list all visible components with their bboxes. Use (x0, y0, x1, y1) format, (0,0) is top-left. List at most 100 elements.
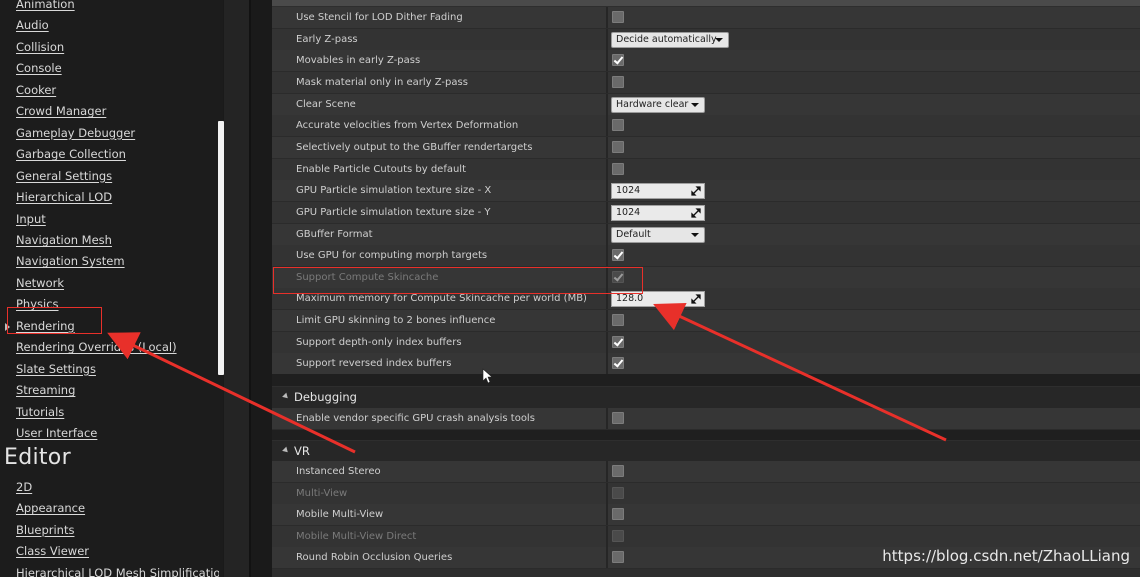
number-input-gpu-particle-simulation-texture-size-y[interactable]: 1024 (611, 204, 705, 221)
column-divider[interactable] (606, 71, 608, 93)
number-value: 128.0 (616, 293, 644, 305)
property-row-use-gpu-for-computing-morph-targets: Use GPU for computing morph targets (272, 245, 1140, 268)
category-header-vr[interactable]: VR (272, 441, 1140, 462)
property-row-mobile-multi-view-direct: Mobile Multi-View Direct (272, 525, 1140, 548)
nav-item-cooker[interactable]: Cooker (16, 80, 56, 101)
number-value: 1024 (616, 206, 641, 218)
property-label: Enable vendor specific GPU crash analysi… (296, 413, 535, 424)
nav-item-console[interactable]: Console (16, 58, 62, 79)
nav-item-input[interactable]: Input (16, 209, 46, 230)
dropdown-clear-scene[interactable]: Hardware clear (611, 96, 705, 113)
checkbox-enable-particle-cutouts-by-default[interactable] (612, 162, 624, 175)
nav-item-class-viewer[interactable]: Class Viewer (16, 541, 89, 562)
column-divider[interactable] (606, 331, 608, 353)
chevron-down-icon (691, 232, 699, 237)
checkbox-support-reversed-index-buffers[interactable] (612, 357, 624, 370)
checkbox-accurate-velocities-from-vertex-deformation[interactable] (612, 119, 624, 132)
column-divider[interactable] (606, 482, 608, 504)
checkbox-support-depth-only-index-buffers[interactable] (612, 335, 624, 348)
nav-item-collision[interactable]: Collision (16, 37, 64, 58)
checkbox-instanced-stereo[interactable] (612, 465, 624, 477)
nav-item-user-interface[interactable]: User Interface (16, 423, 97, 444)
highlight-box-rendering (7, 307, 102, 334)
column-divider[interactable] (606, 115, 608, 137)
nav-item-tutorials[interactable]: Tutorials (16, 402, 64, 423)
property-label: Support depth-only index buffers (296, 336, 462, 348)
checkbox-movables-in-early-z-pass[interactable] (612, 54, 624, 67)
checkbox-limit-gpu-skinning-to-2-bones-influence[interactable] (612, 314, 624, 327)
nav-item-crowd-manager[interactable]: Crowd Manager (16, 101, 106, 122)
collapse-triangle-icon[interactable] (282, 392, 290, 401)
column-divider[interactable] (606, 136, 608, 158)
dropdown-value: Decide automatically (616, 33, 717, 45)
column-divider[interactable] (606, 310, 608, 332)
column-divider[interactable] (606, 201, 608, 223)
nav-item-navigation-system[interactable]: Navigation System (16, 251, 125, 272)
nav-item-animation[interactable]: Animation (16, 0, 75, 15)
property-label: Use Stencil for LOD Dither Fading (296, 12, 463, 23)
nav-item-audio[interactable]: Audio (16, 15, 49, 36)
nav-item-general-settings[interactable]: General Settings (16, 166, 112, 187)
collapse-triangle-icon[interactable] (282, 446, 290, 455)
checkbox-use-stencil-for-lod-dither-fading[interactable] (612, 11, 624, 23)
settings-category-list: Animation Audio Collision Console Cooker Crow… (0, 0, 222, 577)
category-header-debugging[interactable]: Debugging (272, 387, 1140, 408)
property-row-gbuffer-format: GBuffer Format Default (272, 223, 1140, 246)
column-divider[interactable] (606, 408, 608, 429)
column-divider[interactable] (606, 180, 608, 202)
number-value: 1024 (616, 185, 641, 197)
nav-item-navigation-mesh[interactable]: Navigation Mesh (16, 230, 112, 251)
property-label: GPU Particle simulation texture size - Y (296, 206, 491, 218)
checkbox-enable-vendor-specific-gpu-crash-analysis-tools[interactable] (612, 412, 624, 424)
property-label: Limit GPU skinning to 2 bones influence (296, 315, 496, 327)
checkbox-mobile-multi-view[interactable] (612, 508, 624, 520)
drag-spin-icon[interactable] (691, 186, 701, 196)
nav-item-hierarchical-lod[interactable]: Hierarchical LOD (16, 187, 112, 208)
column-divider[interactable] (606, 28, 608, 50)
nav-item-hierarchical-lod-mesh-simplification[interactable]: Hierarchical LOD Mesh Simplification (16, 563, 222, 577)
property-label: Selectively output to the GBuffer render… (296, 141, 533, 153)
nav-item-blueprints[interactable]: Blueprints (16, 520, 74, 541)
checkbox-round-robin-occlusion-queries[interactable] (612, 551, 624, 563)
dropdown-early-z-pass[interactable]: Decide automatically (611, 31, 729, 48)
column-divider[interactable] (606, 525, 608, 547)
dropdown-gbuffer-format[interactable]: Default (611, 226, 705, 243)
property-label: Round Robin Occlusion Queries (296, 552, 453, 563)
property-label: GBuffer Format (296, 228, 373, 240)
column-divider[interactable] (606, 223, 608, 245)
nav-item-network[interactable]: Network (16, 273, 64, 294)
property-row-gpu-particle-simulation-texture-size-y: GPU Particle simulation texture size - Y… (272, 201, 1140, 224)
nav-item-gameplay-debugger[interactable]: Gameplay Debugger (16, 123, 135, 144)
nav-item-appearance[interactable]: Appearance (16, 498, 85, 519)
panel-splitter[interactable] (224, 0, 249, 577)
column-divider[interactable] (606, 353, 608, 375)
checkbox-use-gpu-for-computing-morph-targets[interactable] (612, 249, 624, 262)
column-divider[interactable] (606, 93, 608, 115)
column-divider[interactable] (606, 7, 608, 28)
nav-item-2d[interactable]: 2D (16, 477, 32, 498)
column-divider[interactable] (606, 547, 608, 568)
checkbox-selectively-output-to-the-gbuffer-rendertargets[interactable] (612, 140, 624, 153)
checkbox-mask-material-only-in-early-z-pass[interactable] (612, 75, 624, 88)
property-label: Support reversed index buffers (296, 358, 452, 370)
property-row-limit-gpu-skinning-to-2-bones-influence: Limit GPU skinning to 2 bones influence (272, 310, 1140, 333)
nav-item-garbage-collection[interactable]: Garbage Collection (16, 144, 126, 165)
drag-spin-icon[interactable] (691, 294, 701, 305)
number-input-gpu-particle-simulation-texture-size-x[interactable]: 1024 (611, 183, 705, 200)
nav-item-streaming[interactable]: Streaming (16, 380, 75, 401)
nav-item-rendering-overrides-local[interactable]: Rendering Overrides (Local) (16, 337, 177, 358)
section-gap (272, 430, 1140, 440)
category-title: VR (294, 444, 310, 458)
property-label: Instanced Stereo (296, 466, 381, 477)
property-label: Use GPU for computing morph targets (296, 250, 488, 262)
nav-item-slate-settings[interactable]: Slate Settings (16, 359, 96, 380)
column-divider[interactable] (606, 461, 608, 482)
property-label: Movables in early Z-pass (296, 55, 421, 67)
column-divider[interactable] (606, 504, 608, 525)
column-divider[interactable] (606, 50, 608, 72)
chevron-down-icon (715, 37, 723, 42)
property-label: Clear Scene (296, 98, 356, 110)
column-divider[interactable] (606, 245, 608, 267)
column-divider[interactable] (606, 158, 608, 180)
drag-spin-icon[interactable] (691, 208, 701, 218)
